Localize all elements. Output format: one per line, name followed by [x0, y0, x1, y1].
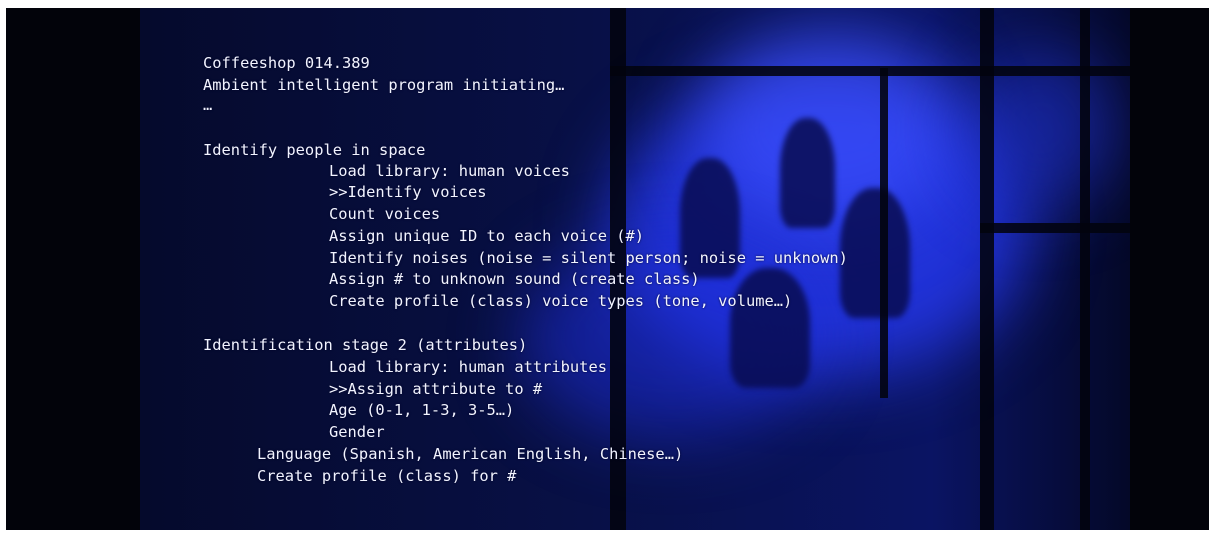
terminal-text: Coffeeshop 014.389 Ambient intelligent p… — [6, 8, 1209, 530]
terminal-line: Load library: human voices — [329, 162, 570, 180]
terminal-line: >>Identify voices — [329, 183, 487, 201]
terminal-line: Load library: human attributes — [329, 358, 607, 376]
terminal-line: Assign unique ID to each voice (#) — [329, 227, 645, 245]
terminal-line: Gender — [329, 423, 385, 441]
terminal-line: Coffeeshop 014.389 — [203, 54, 370, 72]
terminal-line: Assign # to unknown sound (create class) — [329, 270, 700, 288]
terminal-line: Identification stage 2 (attributes) — [203, 336, 528, 354]
terminal-line: Count voices — [329, 205, 441, 223]
terminal-line: Age (0-1, 1-3, 3-5…) — [329, 401, 515, 419]
presentation-slide: Coffeeshop 014.389 Ambient intelligent p… — [6, 8, 1209, 530]
terminal-line: Create profile (class) for # — [257, 467, 517, 485]
terminal-line: Ambient intelligent program initiating… — [203, 76, 565, 94]
terminal-line: Create profile (class) voice types (tone… — [329, 292, 793, 310]
terminal-line: Identify noises (noise = silent person; … — [329, 249, 848, 267]
terminal-line: Language (Spanish, American English, Chi… — [257, 445, 684, 463]
terminal-line: … — [203, 96, 213, 114]
terminal-line: >>Assign attribute to # — [329, 380, 543, 398]
terminal-line: Identify people in space — [203, 141, 426, 159]
